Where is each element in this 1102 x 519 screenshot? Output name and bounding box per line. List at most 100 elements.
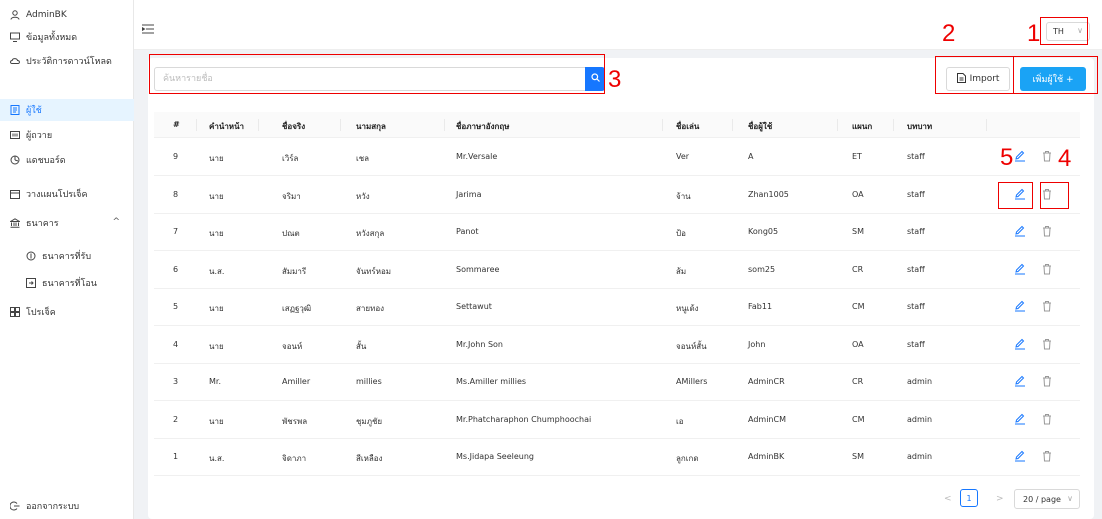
row-role: staff [907,152,925,161]
row-department: SM [852,227,864,236]
row-nickname: ป้อ [676,229,686,238]
row-last-name: หวัง [356,191,370,201]
col-divider [340,119,341,131]
annotation-box-1 [1040,17,1088,45]
trash-icon[interactable] [1041,300,1053,312]
edit-icon[interactable] [1014,150,1026,162]
row-prefix: นาย [209,191,224,201]
logout-icon [10,501,20,511]
row-prefix: Mr. [209,377,221,386]
pagination-prev-icon[interactable]: < [944,494,952,504]
row-first-name: จอนห์ [282,341,303,351]
row-department: CM [852,302,865,311]
row-prefix: นาย [209,304,224,313]
trash-icon[interactable] [1041,338,1053,350]
edit-icon[interactable] [1014,263,1026,275]
row-first-name: จิดาภา [282,454,307,463]
logout-button[interactable]: ออกจากระบบ [0,495,134,517]
col-header: คำนำหน้า [209,122,245,131]
sidebar-item-bank-received[interactable]: ธนาคารที่รับ [0,245,134,267]
sidebar-item-dashboard[interactable]: แดชบอร์ด [0,149,134,171]
row-english-name: Sommaree [456,264,500,274]
edit-icon[interactable] [1014,413,1026,425]
sidebar-item-all-data[interactable]: ข้อมูลทั้งหมด [0,26,134,48]
row-username: Fab11 [748,302,773,311]
chevron-up-icon[interactable]: ^ [112,217,120,227]
row-role: admin [907,414,933,424]
bank-icon [10,218,20,228]
row-prefix: นาย [209,416,224,426]
row-department: CR [852,264,864,274]
sidebar-item-donors[interactable]: ผู้ถวาย [0,124,134,146]
row-first-name: พัชรพล [282,416,308,426]
sidebar-item-bank[interactable]: ธนาคาร ^ [0,212,134,234]
row-username: A [748,152,754,161]
sidebar: AdminBK ข้อมูลทั้งหมด ประวัติการดาวน์โหล… [0,0,134,519]
annotation-box-add [1013,56,1098,94]
row-role: admin [907,452,933,461]
annotation-number-5: 5 [1000,144,1014,171]
row-role: staff [907,264,925,274]
trash-icon[interactable] [1041,150,1053,162]
pagination-page-current[interactable]: 1 [960,489,978,507]
monitor-icon [10,32,20,42]
annotation-number-2: 2 [942,20,956,47]
pagination-next-icon[interactable]: > [996,494,1004,504]
edit-icon[interactable] [1014,375,1026,387]
row-nickname: ส้ม [676,266,687,276]
page-size-select[interactable]: 20 / page ∨ [1014,489,1080,509]
row-english-name: Ms.Amiller millies [456,377,527,386]
sidebar-item-bank-transfer[interactable]: ธนาคารที่โอน [0,272,134,294]
trash-icon[interactable] [1041,225,1053,237]
row-english-name: Jarima [456,189,482,199]
row-english-name: Panot [456,227,479,236]
trash-icon[interactable] [1041,413,1053,425]
user-list-icon [10,105,20,115]
edit-icon[interactable] [1014,450,1026,462]
trash-icon[interactable] [1041,263,1053,275]
trash-icon[interactable] [1041,375,1053,387]
row-role: admin [907,377,933,386]
col-divider [258,119,259,131]
row-prefix: น.ส. [209,266,225,276]
row-english-name: Settawut [456,302,492,311]
row-number: 5 [173,302,179,311]
row-first-name: ปณต [282,229,300,238]
sidebar-item-users[interactable]: ผู้ใช้ [0,99,134,121]
col-header: ชื่อจริง [282,122,306,131]
row-last-name: สีเหลือง [356,454,383,463]
row-department: SM [852,452,864,461]
edit-icon[interactable] [1014,225,1026,237]
col-header: นามสกุล [356,122,386,131]
row-nickname: ลูกเกด [676,454,699,463]
row-number: 4 [173,339,179,349]
row-last-name: สั้น [356,341,367,351]
annotation-box-4 [1040,182,1069,209]
row-role: staff [907,302,925,311]
table-row: 1 น.ส. จิดาภา สีเหลือง Ms.Jidapa Seeleung ลูก… [154,439,1080,476]
row-role: staff [907,227,925,236]
user-icon [10,10,20,20]
trash-icon[interactable] [1041,450,1053,462]
row-prefix: น.ส. [209,454,225,463]
row-number: 1 [173,452,179,461]
sidebar-item-label: ประวัติการดาวน์โหลด [26,57,112,67]
sidebar-item-label: แดชบอร์ด [26,156,66,166]
row-department: OA [852,189,864,199]
annotation-box-3 [149,54,605,94]
row-nickname: หนูเด้ง [676,304,699,313]
row-username: John [748,339,766,349]
edit-icon[interactable] [1014,300,1026,312]
row-prefix: นาย [209,154,224,163]
sidebar-item-label: ธนาคารที่โอน [42,279,97,289]
annotation-number-1: 1 [1027,20,1041,47]
sidebar-item-projects[interactable]: โปรเจ็ค [0,301,134,323]
sidebar-user[interactable]: AdminBK [0,4,134,26]
sidebar-item-project-planning[interactable]: วางแผนโปรเจ็ค [0,183,134,205]
row-department: CR [852,377,864,386]
edit-icon[interactable] [1014,338,1026,350]
row-username: AdminCM [748,414,786,424]
row-english-name: Mr.John Son [456,339,503,349]
menu-fold-icon[interactable] [141,24,154,37]
sidebar-item-download-history[interactable]: ประวัติการดาวน์โหลด [0,50,134,72]
